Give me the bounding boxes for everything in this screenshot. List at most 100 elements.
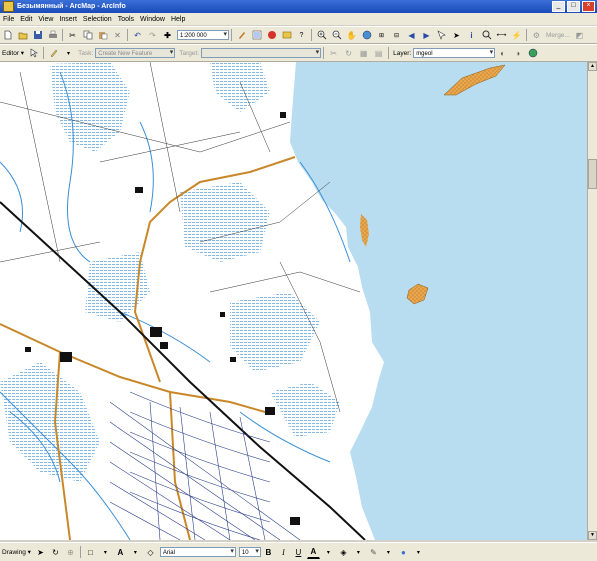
copy-icon[interactable] xyxy=(81,29,94,42)
catalog-icon[interactable] xyxy=(280,29,293,42)
line-color-icon[interactable]: ✎ xyxy=(367,546,380,559)
menu-edit[interactable]: Edit xyxy=(17,16,35,23)
model-builder-icon[interactable]: ◩ xyxy=(573,29,586,42)
merge-button[interactable]: Merge... xyxy=(546,32,570,39)
task-combo[interactable]: Create New Feature xyxy=(95,48,176,58)
menu-insert[interactable]: Insert xyxy=(56,16,80,23)
toolbar-separator xyxy=(231,29,232,41)
add-data-icon[interactable]: ✚ xyxy=(161,29,174,42)
paste-icon[interactable] xyxy=(96,29,109,42)
delete-icon[interactable]: ✕ xyxy=(111,29,124,42)
text-dropdown-icon[interactable]: ▾ xyxy=(129,546,142,559)
menu-window[interactable]: Window xyxy=(137,16,168,23)
target-combo[interactable] xyxy=(201,48,322,58)
drawing-menu[interactable]: Drawing ▾ xyxy=(2,548,31,556)
scroll-thumb[interactable] xyxy=(588,159,597,189)
scroll-down-arrow-icon[interactable]: ▼ xyxy=(588,531,597,540)
menu-selection[interactable]: Selection xyxy=(80,16,115,23)
undo-icon[interactable]: ↶ xyxy=(131,29,144,42)
menu-view[interactable]: View xyxy=(35,16,56,23)
edit-tool-icon[interactable] xyxy=(27,47,40,60)
hyperlink-icon[interactable]: ⚡ xyxy=(510,29,523,42)
minimize-button[interactable]: _ xyxy=(552,1,565,12)
font-color-icon[interactable]: A xyxy=(306,545,320,559)
sketch-properties-icon[interactable]: ▤ xyxy=(372,47,385,60)
arctoolbox-icon[interactable] xyxy=(265,29,278,42)
bold-icon[interactable]: B xyxy=(262,546,275,559)
redo-icon[interactable]: ↷ xyxy=(146,29,159,42)
rotate-element-icon[interactable]: ↻ xyxy=(49,546,62,559)
toolbar-separator xyxy=(311,29,312,41)
italic-icon[interactable]: I xyxy=(277,546,290,559)
attributes-icon[interactable]: ▦ xyxy=(357,47,370,60)
title-bar: Безымянный - ArcMap - ArcInfo _ □ × xyxy=(0,0,597,13)
effects-icon[interactable]: ◐ xyxy=(496,47,509,60)
menu-file[interactable]: File xyxy=(0,16,17,23)
wetland-hatching xyxy=(0,62,340,482)
fixed-zoom-out-icon[interactable]: ⊟ xyxy=(390,29,403,42)
text-tool-icon[interactable]: A xyxy=(114,546,127,559)
shape-dropdown-icon[interactable]: ▾ xyxy=(99,546,112,559)
zoom-in-icon[interactable] xyxy=(315,29,328,42)
menu-help[interactable]: Help xyxy=(168,16,188,23)
map-display[interactable] xyxy=(0,62,587,540)
font-color-dropdown-icon[interactable]: ▾ xyxy=(322,546,335,559)
font-name-combo[interactable]: Arial xyxy=(159,547,236,557)
task-label: Task: xyxy=(78,49,94,57)
fill-color-dropdown-icon[interactable]: ▾ xyxy=(352,546,365,559)
menu-bar: File Edit View Insert Selection Tools Wi… xyxy=(0,13,597,25)
window-title: Безымянный - ArcMap - ArcInfo xyxy=(17,3,126,10)
edit-vertices-icon[interactable]: ◇ xyxy=(144,546,157,559)
cut-icon[interactable]: ✂ xyxy=(66,29,79,42)
marker-color-dropdown-icon[interactable]: ▾ xyxy=(412,546,425,559)
drawing-menu-label: Drawing xyxy=(2,549,26,556)
swipe-icon[interactable]: ◑ xyxy=(511,47,524,60)
drawing-toolbar: Drawing ▾ ➤ ↻ ⊕ □ ▾ A ▾ ◇ Arial 10 B I U… xyxy=(0,542,597,561)
whats-this-icon[interactable]: ? xyxy=(295,29,308,42)
print-icon[interactable] xyxy=(46,29,59,42)
globe-icon[interactable] xyxy=(526,47,539,60)
toolbar-separator xyxy=(127,29,128,41)
sketch-tool-dropdown-icon[interactable]: ▾ xyxy=(62,47,75,60)
measure-icon[interactable]: ⟷ xyxy=(495,29,508,42)
font-size-combo[interactable]: 10 xyxy=(238,547,261,557)
toolbar-separator xyxy=(526,29,527,41)
zoom-to-selected-icon[interactable]: ⊕ xyxy=(64,546,77,559)
zoom-out-icon[interactable] xyxy=(330,29,343,42)
select-features-icon[interactable] xyxy=(435,29,448,42)
menu-tools[interactable]: Tools xyxy=(115,16,137,23)
geoprocessing-icon[interactable]: ⚙ xyxy=(530,29,543,42)
new-document-icon[interactable] xyxy=(1,29,14,42)
save-icon[interactable] xyxy=(31,29,44,42)
select-elements-arrow-icon[interactable]: ➤ xyxy=(34,546,47,559)
open-folder-icon[interactable] xyxy=(16,29,29,42)
arcmap-app-icon xyxy=(3,1,14,12)
sketch-tool-icon[interactable] xyxy=(47,47,60,60)
editor-menu[interactable]: Editor ▾ xyxy=(2,49,24,57)
underline-icon[interactable]: U xyxy=(292,546,305,559)
map-scale-combo[interactable]: 1:200 000 xyxy=(177,30,229,40)
editor-toolbar-icon[interactable] xyxy=(235,29,248,42)
maximize-button[interactable]: □ xyxy=(567,1,580,12)
vertical-scrollbar[interactable]: ▲ ▼ xyxy=(587,62,597,540)
rectangle-tool-icon[interactable]: □ xyxy=(84,546,97,559)
previous-extent-icon[interactable]: ◀ xyxy=(405,29,418,42)
find-icon[interactable] xyxy=(480,29,493,42)
full-extent-icon[interactable] xyxy=(360,29,373,42)
layer-label: Layer: xyxy=(393,49,412,57)
identify-icon[interactable]: i xyxy=(465,29,478,42)
fill-color-icon[interactable]: ◈ xyxy=(337,546,350,559)
rotate-tool-icon[interactable]: ↻ xyxy=(342,47,355,60)
layer-combo[interactable]: mgeol xyxy=(413,48,496,58)
split-tool-icon[interactable]: ✂ xyxy=(327,47,340,60)
pan-hand-icon[interactable]: ✋ xyxy=(345,29,358,42)
marker-color-icon[interactable]: ● xyxy=(397,546,410,559)
next-extent-icon[interactable]: ▶ xyxy=(420,29,433,42)
fixed-zoom-in-icon[interactable]: ⊞ xyxy=(375,29,388,42)
close-button[interactable]: × xyxy=(582,1,595,12)
scroll-up-arrow-icon[interactable]: ▲ xyxy=(588,62,597,71)
line-color-dropdown-icon[interactable]: ▾ xyxy=(382,546,395,559)
target-label: Target: xyxy=(179,49,200,57)
select-elements-icon[interactable]: ➤ xyxy=(450,29,463,42)
table-of-contents-icon[interactable] xyxy=(250,29,263,42)
